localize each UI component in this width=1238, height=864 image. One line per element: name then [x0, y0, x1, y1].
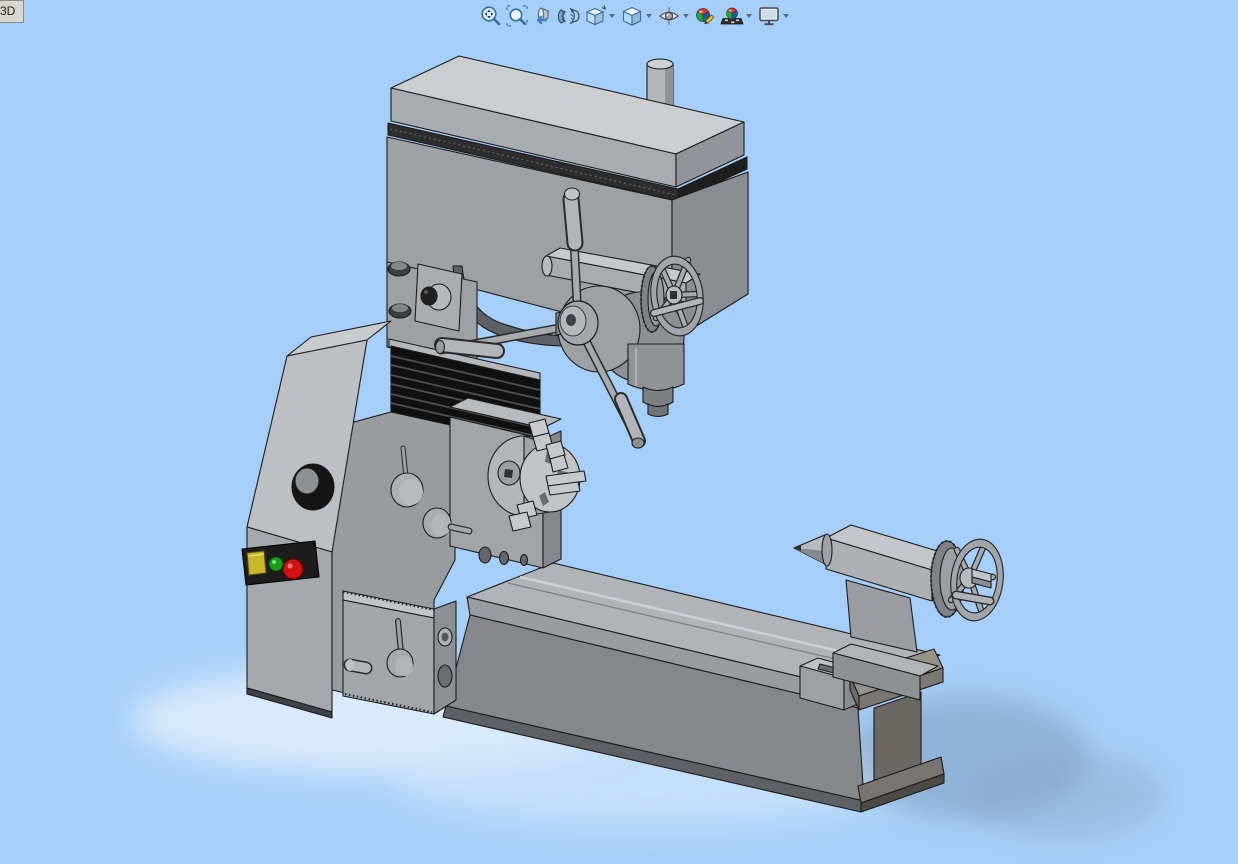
edit-appearance-button[interactable] [693, 3, 719, 29]
power-button-yellow[interactable] [246, 550, 267, 576]
power-panel[interactable] [241, 540, 320, 586]
zoom-to-area-button[interactable] [504, 3, 530, 29]
heads-up-view-toolbar [478, 3, 793, 29]
previous-view-icon [536, 7, 549, 25]
drill-chuck-quill[interactable] [627, 343, 685, 418]
previous-view-button[interactable] [530, 3, 556, 29]
view-settings-button[interactable] [756, 3, 782, 29]
section-view-button[interactable] [556, 3, 582, 29]
view-orientation-icon [585, 5, 607, 26]
view-settings-dropdown-arrow[interactable] [783, 14, 789, 18]
view-orientation-button[interactable] [582, 3, 608, 29]
zoom-to-area-icon [506, 5, 528, 27]
zoom-to-fit-button[interactable] [478, 3, 504, 29]
viewport-canvas[interactable] [0, 0, 1238, 864]
power-button-red[interactable] [282, 558, 304, 580]
tailstock-handwheel[interactable] [930, 536, 1008, 624]
hide-show-items-button[interactable] [656, 3, 682, 29]
display-style-icon [622, 6, 642, 26]
zoom-to-fit-icon [481, 6, 501, 26]
hide-show-items-icon [658, 7, 680, 25]
apron[interactable] [342, 590, 457, 715]
section-view-icon [557, 7, 580, 25]
edit-appearance-icon [696, 8, 715, 25]
apply-scene-button[interactable] [719, 3, 745, 29]
display-style-dropdown-arrow[interactable] [646, 14, 652, 18]
power-button-green[interactable] [268, 556, 284, 572]
view-orientation-dropdown-arrow[interactable] [609, 14, 615, 18]
hide-show-items-dropdown-arrow[interactable] [683, 14, 689, 18]
view-tab-3d[interactable]: 3D [0, 0, 24, 23]
view-settings-icon [759, 7, 779, 26]
apply-scene-dropdown-arrow[interactable] [746, 14, 752, 18]
cad-viewport-window: 3D [0, 0, 1238, 864]
apply-scene-icon [720, 7, 744, 25]
display-style-button[interactable] [619, 3, 645, 29]
